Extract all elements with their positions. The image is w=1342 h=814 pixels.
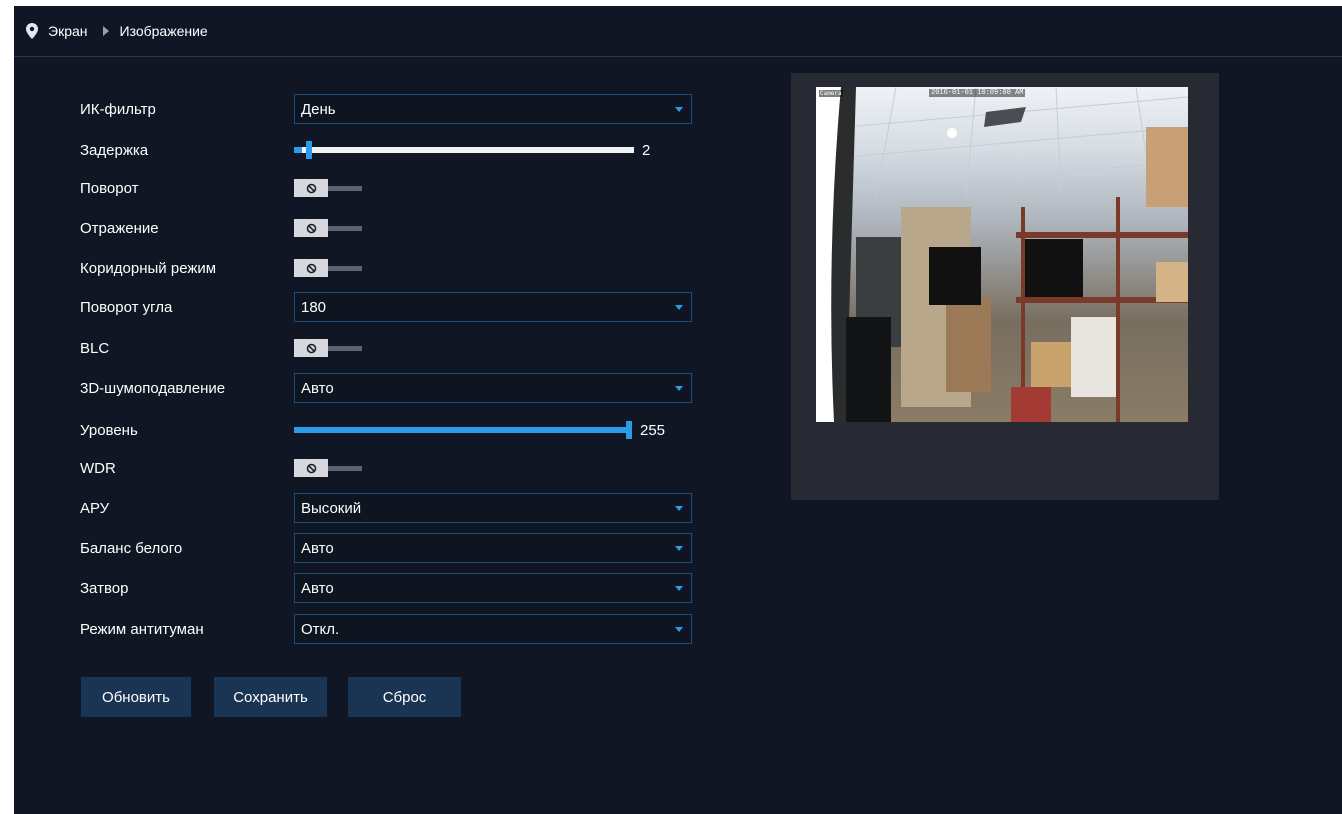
blc-toggle[interactable] [294,339,364,357]
location-pin-icon [26,23,38,39]
reset-button[interactable]: Сброс [348,677,461,717]
delay-label: Задержка [80,141,149,159]
level-label: Уровень [80,421,138,439]
defog-value: Откл. [301,620,340,638]
caret-down-icon [675,385,683,391]
ir-filter-select[interactable]: День [294,94,692,124]
noise3d-select[interactable]: Авто [294,373,692,403]
preview-scene [816,87,1188,422]
ir-filter-value: День [301,100,336,118]
noise3d-row: 3D-шумоподавление Авто [80,372,692,404]
delay-slider-thumb[interactable] [306,141,312,159]
mirror-row: Отражение [80,212,364,244]
toggle-track [326,266,362,271]
ir-filter-row: ИК-фильтр День [80,93,692,125]
disabled-icon [306,343,316,353]
toggle-knob [294,259,328,277]
level-value: 255 [640,421,666,439]
agc-value: Высокий [301,499,362,517]
caret-down-icon [675,106,683,112]
defog-row: Режим антитуман Откл. [80,613,692,645]
level-slider[interactable] [294,420,632,440]
corridor-toggle[interactable] [294,259,364,277]
delay-row: Задержка 2 [80,134,650,166]
delay-slider[interactable] [294,140,634,160]
toggle-track [326,346,362,351]
mirror-toggle[interactable] [294,219,364,237]
caret-down-icon [675,545,683,551]
delay-slider-fill [294,147,302,153]
level-row: Уровень 255 [80,414,665,446]
level-slider-thumb[interactable] [626,421,632,439]
toggle-track [326,226,362,231]
disabled-icon [306,263,316,273]
osd-timestamp: 2016-01-01 10:09:00 AM [929,89,1026,97]
breadcrumb-item-image: Изображение [119,23,208,39]
rotate-angle-row: Поворот угла 180 [80,291,692,323]
toggle-knob [294,179,328,197]
toggle-knob [294,219,328,237]
camera-preview-image: Camera 2016-01-01 10:09:00 AM [816,87,1188,422]
blc-label: BLC [80,339,110,357]
refresh-button[interactable]: Обновить [81,677,191,717]
white-balance-row: Баланс белого Авто [80,532,692,564]
delay-slider-track [294,147,634,153]
ir-filter-label: ИК-фильтр [80,100,156,118]
level-slider-fill [294,427,626,433]
agc-row: АРУ Высокий [80,492,692,524]
disabled-icon [306,463,316,473]
blc-row: BLC [80,332,364,364]
toggle-knob [294,339,328,357]
white-balance-value: Авто [301,539,334,557]
shutter-label: Затвор [80,579,129,597]
caret-down-icon [675,626,683,632]
shutter-row: Затвор Авто [80,572,692,604]
rotate-angle-value: 180 [301,298,327,316]
camera-preview-panel: Camera 2016-01-01 10:09:00 AM [791,73,1219,500]
wdr-row: WDR [80,452,364,484]
wdr-toggle[interactable] [294,459,364,477]
rotate-row: Поворот [80,172,364,204]
disabled-icon [306,223,316,233]
mirror-label: Отражение [80,219,159,237]
disabled-icon [306,183,316,193]
agc-select[interactable]: Высокий [294,493,692,523]
agc-label: АРУ [80,499,110,517]
save-button[interactable]: Сохранить [214,677,327,717]
breadcrumb-item-screen[interactable]: Экран [48,23,88,39]
toggle-track [326,186,362,191]
shutter-value: Авто [301,579,334,597]
osd-camera-label: Camera [819,90,843,97]
white-balance-label: Баланс белого [80,539,183,557]
caret-down-icon [675,304,683,310]
white-balance-select[interactable]: Авто [294,533,692,563]
noise3d-label: 3D-шумоподавление [80,379,226,397]
rotate-label: Поворот [80,179,139,197]
defog-select[interactable]: Откл. [294,614,692,644]
defog-label: Режим антитуман [80,620,204,638]
wdr-label: WDR [80,459,116,477]
breadcrumb: Экран Изображение [14,6,1342,57]
toggle-track [326,466,362,471]
image-settings-page: Экран Изображение ИК-фильтр День Задержк… [14,6,1342,814]
corridor-label: Коридорный режим [80,259,217,277]
triangle-right-icon [102,26,109,36]
caret-down-icon [675,585,683,591]
delay-value: 2 [642,141,651,159]
caret-down-icon [675,505,683,511]
rotate-angle-label: Поворот угла [80,298,173,316]
rotate-angle-select[interactable]: 180 [294,292,692,322]
rotate-toggle[interactable] [294,179,364,197]
noise3d-value: Авто [301,379,334,397]
corridor-row: Коридорный режим [80,252,364,284]
toggle-knob [294,459,328,477]
shutter-select[interactable]: Авто [294,573,692,603]
